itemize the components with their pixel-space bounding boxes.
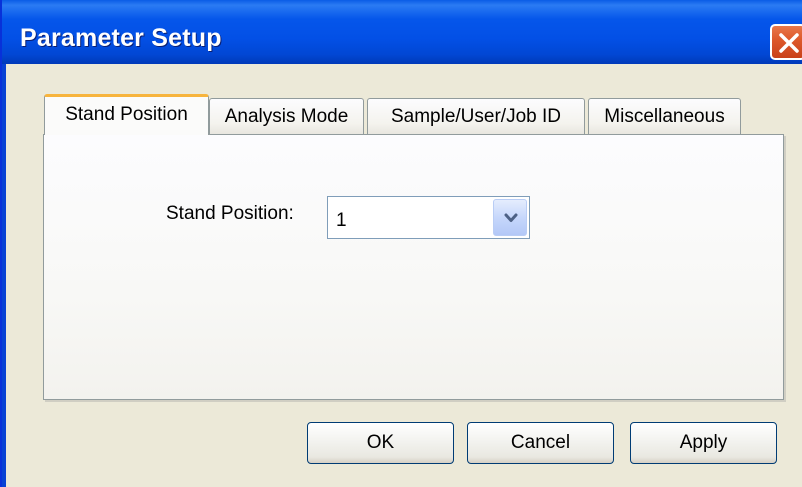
title-bar[interactable]: Parameter Setup	[2, 0, 802, 64]
close-icon	[779, 33, 799, 53]
ok-button[interactable]: OK	[307, 422, 454, 464]
tab-sample-user-job-id[interactable]: Sample/User/Job ID	[367, 98, 585, 134]
stand-position-value: 1	[336, 210, 347, 231]
dropdown-button[interactable]	[493, 199, 527, 236]
tab-panel-stand-position	[43, 134, 784, 400]
tab-miscellaneous[interactable]: Miscellaneous	[588, 98, 741, 134]
tab-label: Miscellaneous	[604, 106, 725, 127]
tab-label: Stand Position	[65, 104, 188, 125]
cancel-button[interactable]: Cancel	[467, 422, 614, 464]
apply-button[interactable]: Apply	[630, 422, 777, 464]
window-frame-left	[2, 64, 6, 487]
stand-position-select[interactable]: 1	[327, 196, 530, 239]
tab-label: Sample/User/Job ID	[390, 106, 561, 127]
tab-stand-position[interactable]: Stand Position	[44, 94, 209, 135]
chevron-down-icon	[504, 213, 518, 222]
close-button[interactable]	[770, 24, 802, 60]
tab-analysis-mode[interactable]: Analysis Mode	[209, 98, 364, 134]
tab-label: Analysis Mode	[224, 106, 349, 127]
window-title: Parameter Setup	[20, 24, 222, 52]
stand-position-label: Stand Position:	[166, 203, 294, 224]
parameter-setup-dialog: Parameter Setup Stand Position Analysis …	[0, 0, 802, 487]
